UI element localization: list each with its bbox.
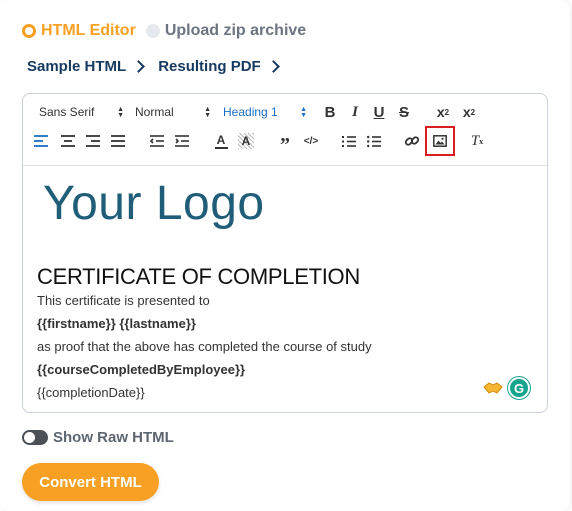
breadcrumb: Sample HTML Resulting PDF [27, 58, 293, 75]
upload-zip-label[interactable]: Upload zip archive [165, 22, 306, 40]
ordered-list-button[interactable] [341, 133, 357, 149]
raw-html-toggle[interactable] [22, 430, 48, 445]
mode-selector: HTML Editor Upload zip archive [22, 22, 306, 40]
rich-text-editor: Sans Serif ▲ ▼ Normal ▲ ▼ Heading 1 ▲ ▼ B I… [22, 93, 548, 413]
insert-image-button[interactable] [425, 126, 455, 156]
heading-select[interactable]: Heading 1 ▲ ▼ [223, 104, 307, 120]
code-block-button[interactable]: </> [302, 133, 320, 149]
font-family-value: Sans Serif [39, 105, 95, 119]
heading-value: Heading 1 [223, 105, 278, 119]
subscript-x: x [462, 104, 471, 120]
course-placeholder: {{courseCompletedByEmployee}} [37, 362, 246, 377]
bullet-list-button[interactable] [366, 133, 382, 149]
outdent-button[interactable] [149, 133, 165, 149]
underline-button[interactable]: U [372, 103, 386, 121]
subscript-button[interactable]: x2 [460, 103, 478, 121]
indent-icon [175, 135, 189, 147]
blockquote-button[interactable]: ” [277, 132, 293, 156]
certificate-title: CERTIFICATE OF COMPLETION [37, 264, 360, 289]
align-justify-button[interactable] [110, 133, 126, 149]
superscript-x: x [436, 104, 445, 120]
indent-button[interactable] [174, 133, 190, 149]
clear-format-x: x [479, 136, 484, 146]
text-color-button[interactable]: A [213, 131, 229, 151]
converter-card: HTML Editor Upload zip archive Sample HT… [0, 0, 570, 511]
italic-button[interactable]: I [348, 103, 362, 121]
raw-html-label[interactable]: Show Raw HTML [53, 429, 174, 446]
raw-html-toggle-row: Show Raw HTML [22, 429, 174, 446]
align-left-icon [34, 135, 48, 147]
html-editor-label[interactable]: HTML Editor [41, 22, 136, 40]
link-icon [405, 136, 419, 146]
align-justify-icon [111, 135, 125, 147]
subscript-mark: 2 [470, 107, 476, 117]
clear-format-button[interactable]: Tx [469, 132, 485, 150]
presented-line: This certificate is presented to [37, 293, 210, 308]
html-editor-radio[interactable] [22, 24, 36, 38]
chevron-right-icon [266, 60, 280, 73]
editor-toolbar: Sans Serif ▲ ▼ Normal ▲ ▼ Heading 1 ▲ ▼ B I… [23, 94, 547, 166]
superscript-mark: 2 [444, 107, 450, 117]
align-center-button[interactable] [60, 133, 76, 149]
background-color-button[interactable]: A [238, 133, 254, 149]
outdent-icon [150, 135, 164, 147]
align-right-button[interactable] [85, 133, 101, 149]
date-placeholder: {{completionDate}} [37, 385, 145, 400]
chevron-right-icon [132, 60, 146, 73]
image-icon [433, 135, 447, 147]
proof-line: as proof that the above has completed th… [37, 339, 372, 354]
toggle-knob [24, 432, 35, 443]
font-size-value: Normal [135, 105, 174, 119]
text-color-letter: A [216, 133, 226, 147]
strikethrough-button[interactable]: S [397, 103, 411, 121]
font-size-select[interactable]: Normal ▲ ▼ [135, 104, 211, 120]
align-right-icon [86, 135, 100, 147]
superscript-button[interactable]: x2 [434, 103, 452, 121]
name-placeholder: {{firstname}} {{lastname}} [37, 316, 196, 331]
select-arrows-icon: ▲ ▼ [204, 106, 211, 119]
text-color-bar [214, 147, 228, 149]
select-arrows-icon: ▲ ▼ [117, 106, 124, 119]
upload-zip-radio[interactable] [145, 24, 160, 38]
align-center-icon [61, 135, 75, 147]
ordered-list-icon [342, 135, 356, 147]
clear-format-t: T [470, 132, 480, 149]
bullet-list-icon [367, 135, 381, 147]
convert-html-button[interactable]: Convert HTML [22, 463, 159, 501]
bold-button[interactable]: B [323, 103, 337, 121]
quote-icon: ” [280, 133, 290, 156]
link-button[interactable] [404, 133, 420, 149]
sample-html-link[interactable]: Sample HTML [27, 58, 126, 75]
handshake-icon[interactable] [483, 378, 503, 398]
align-left-button[interactable] [33, 133, 49, 149]
select-arrows-icon: ▲ ▼ [300, 106, 307, 119]
font-family-select[interactable]: Sans Serif ▲ ▼ [39, 104, 124, 120]
resulting-pdf-link[interactable]: Resulting PDF [158, 58, 261, 75]
grammarly-icon[interactable]: G [508, 377, 530, 399]
logo-text: Your Logo [43, 177, 265, 230]
